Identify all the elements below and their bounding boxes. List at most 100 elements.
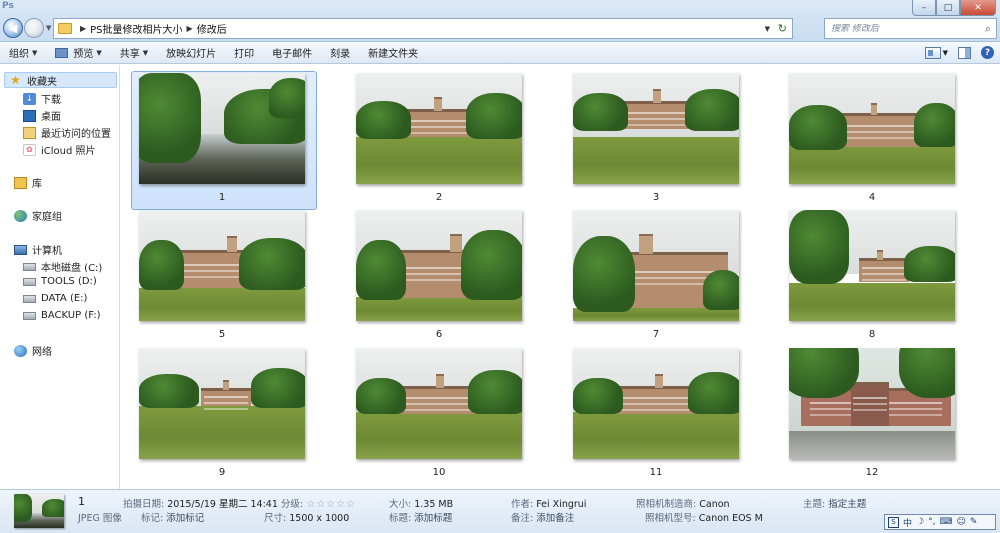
nav-icloud[interactable]: ✿ iCloud 照片 [23, 142, 96, 157]
nav-drive-d[interactable]: TOOLS (D:) [23, 276, 97, 287]
ime-logo-icon[interactable]: S [888, 516, 899, 528]
preview-button[interactable]: 预览 ▼ [46, 42, 110, 64]
selected-file-name: 1 [78, 495, 85, 508]
file-item-6[interactable]: 6 [356, 210, 542, 350]
nav-label: TOOLS (D:) [41, 276, 97, 287]
tags-value[interactable]: 添加标记 [166, 513, 204, 524]
breadcrumb-current[interactable]: 修改后 [197, 21, 227, 36]
nav-recent[interactable]: 最近访问的位置 [23, 125, 111, 140]
file-item-7[interactable]: 7 [573, 210, 759, 350]
nav-computer[interactable]: 计算机 [14, 242, 62, 257]
dimensions-field: 尺寸: 1500 x 1000 [264, 510, 349, 524]
back-button[interactable]: ◀ [3, 18, 23, 38]
file-item-8[interactable]: 8 [789, 210, 975, 350]
camera-maker-value[interactable]: Canon [699, 499, 729, 510]
maximize-button[interactable]: □ [936, 0, 960, 16]
search-input[interactable] [831, 23, 971, 34]
photo-thumbnail [573, 73, 739, 184]
search-icon[interactable]: ⌕ [985, 22, 991, 36]
recent-places-icon [23, 126, 36, 139]
slideshow-button[interactable]: 放映幻灯片 [157, 42, 225, 64]
chevron-right-icon[interactable]: ▶ [187, 24, 193, 33]
forward-button[interactable]: ▶ [24, 18, 44, 38]
share-button[interactable]: 共享 ▼ [111, 42, 157, 64]
nav-label: 库 [32, 179, 42, 190]
help-icon[interactable]: ? [981, 46, 994, 59]
nav-label: BACKUP (F:) [41, 310, 101, 321]
camera-model-value[interactable]: Canon EOS M [699, 513, 763, 524]
nav-drive-f[interactable]: BACKUP (F:) [23, 310, 100, 321]
half-width-icon[interactable]: ☽ [916, 517, 924, 527]
email-button[interactable]: 电子邮件 [263, 42, 321, 64]
size-value: 1.35 MB [414, 499, 454, 510]
print-button[interactable]: 打印 [225, 42, 263, 64]
date-taken-key: 拍摄日期: [123, 499, 165, 510]
breadcrumb-parent[interactable]: PS批量修改相片大小 [90, 21, 182, 36]
photo-thumbnail [356, 210, 522, 321]
file-item-10[interactable]: 10 [356, 348, 542, 488]
soft-keyboard-icon[interactable]: ⌨ [939, 517, 952, 527]
file-item-11[interactable]: 11 [573, 348, 759, 488]
file-name: 9 [218, 467, 226, 478]
chevron-right-icon[interactable]: ▶ [80, 24, 86, 33]
minimize-button[interactable]: – [912, 0, 936, 16]
nav-drive-e[interactable]: DATA (E:) [23, 293, 87, 304]
address-bar[interactable]: ▶ PS批量修改相片大小 ▶ 修改后 ▼ ↻ [53, 18, 793, 39]
chevron-down-icon[interactable]: ▼ [943, 49, 948, 57]
address-dropdown-icon[interactable]: ▼ [765, 25, 770, 33]
punctuation-icon[interactable]: °, [928, 517, 935, 527]
settings-wrench-icon[interactable]: ✎ [970, 517, 978, 527]
nav-label: 下载 [41, 95, 61, 106]
file-item-5[interactable]: 5 [139, 210, 325, 350]
ime-mode-toggle[interactable]: 中 [903, 516, 912, 529]
recent-pages-dropdown[interactable]: ▼ [46, 24, 51, 32]
preview-pane-icon[interactable] [958, 46, 971, 59]
file-item-12[interactable]: 12 [789, 348, 975, 488]
file-name: 1 [218, 192, 226, 203]
file-item-2[interactable]: 2 [356, 73, 542, 213]
nav-libraries[interactable]: 库 [14, 175, 42, 190]
user-icon[interactable]: ☺ [956, 517, 965, 527]
file-item-3[interactable]: 3 [573, 73, 759, 213]
tags-key: 标记: [141, 513, 164, 524]
icloud-photos-icon: ✿ [23, 143, 36, 156]
author-value[interactable]: Fei Xingrui [536, 499, 586, 510]
nav-label: 本地磁盘 (C:) [41, 263, 103, 274]
title-value[interactable]: 添加标题 [414, 513, 452, 524]
file-item-9[interactable]: 9 [139, 348, 325, 488]
author-field: 作者: Fei Xingrui [511, 496, 586, 510]
forward-arrow-icon: ▶ [29, 21, 39, 35]
burn-button[interactable]: 刻录 [321, 42, 359, 64]
comment-value[interactable]: 添加备注 [536, 513, 574, 524]
change-view-icon[interactable] [924, 46, 941, 59]
ime-toolbar: S 中 ☽ °, ⌨ ☺ ✎ [884, 514, 996, 530]
organize-button[interactable]: 组织 ▼ [0, 42, 46, 64]
nav-favorites[interactable]: ★ 收藏夹 [4, 72, 117, 88]
nav-drive-c[interactable]: 本地磁盘 (C:) [23, 259, 102, 274]
close-button[interactable]: ✕ [960, 0, 996, 16]
nav-desktop[interactable]: 桌面 [23, 108, 61, 123]
window-controls: – □ ✕ [912, 0, 996, 16]
nav-downloads[interactable]: ↓ 下载 [23, 91, 61, 106]
title-key: 标题: [389, 513, 412, 524]
search-box[interactable]: ⌕ [824, 18, 997, 39]
drive-icon [23, 262, 36, 271]
subject-value[interactable]: 指定主题 [828, 499, 866, 510]
nav-label: iCloud 照片 [41, 146, 96, 157]
nav-homegroup[interactable]: 家庭组 [14, 208, 62, 223]
photo-thumbnail [789, 348, 955, 459]
file-item-4[interactable]: 4 [789, 73, 975, 213]
chevron-down-icon: ▼ [32, 48, 38, 57]
size-key: 大小: [389, 499, 412, 510]
camera-maker-field: 照相机制造商: Canon [636, 496, 730, 510]
nav-label: 桌面 [41, 112, 61, 123]
rating-stars[interactable]: ☆☆☆☆☆ [306, 499, 356, 510]
nav-network[interactable]: 网络 [14, 343, 52, 358]
file-item-1[interactable]: 1 [131, 71, 325, 213]
refresh-icon[interactable]: ↻ [778, 22, 787, 35]
camera-model-key: 照相机型号: [645, 513, 696, 524]
date-taken-value[interactable]: 2015/5/19 星期二 14:41 [167, 499, 278, 510]
new-folder-button[interactable]: 新建文件夹 [359, 42, 427, 64]
camera-maker-key: 照相机制造商: [636, 499, 697, 510]
chevron-down-icon: ▼ [142, 48, 149, 57]
